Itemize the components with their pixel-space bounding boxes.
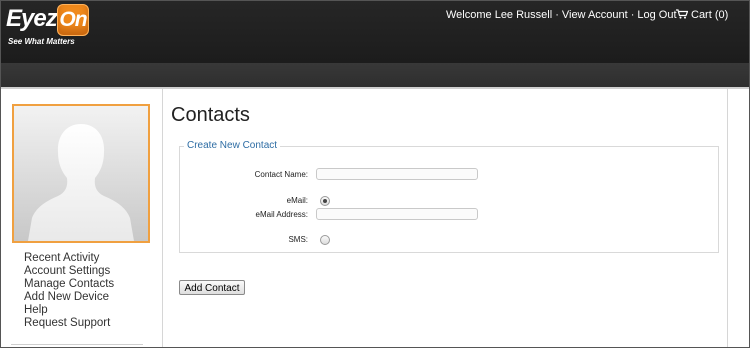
- header-bar: Eyez On See What Matters Welcome Lee Rus…: [1, 1, 749, 63]
- sidebar-item-recent-activity[interactable]: Recent Activity: [24, 252, 114, 265]
- email-radio[interactable]: [320, 196, 330, 206]
- page-frame: Eyez On See What Matters Welcome Lee Rus…: [0, 0, 750, 348]
- cart-icon: [676, 9, 688, 19]
- sidebar-item-request-support[interactable]: Request Support: [24, 317, 114, 330]
- account-nav: Welcome Lee Russell · View Account · Log Out: [446, 9, 677, 21]
- email-label: eMail:: [286, 196, 308, 205]
- sidebar-item-manage-contacts[interactable]: Manage Contacts: [24, 278, 114, 291]
- profile-avatar: [12, 104, 150, 243]
- contact-name-label: Contact Name:: [254, 170, 308, 179]
- email-address-input[interactable]: [316, 208, 478, 220]
- logo-tagline: See What Matters: [8, 37, 75, 46]
- nav-separator: ·: [555, 9, 559, 21]
- content-border: [727, 89, 728, 347]
- create-contact-legend: Create New Contact: [184, 140, 281, 151]
- sidebar-item-add-new-device[interactable]: Add New Device: [24, 291, 114, 304]
- contact-name-input[interactable]: [316, 168, 478, 180]
- nav-separator: ·: [630, 9, 635, 21]
- sidebar-border: [162, 89, 163, 347]
- sms-label: SMS:: [288, 235, 308, 244]
- logo-text: Eyez: [6, 5, 58, 32]
- cart-link[interactable]: Cart (0): [676, 9, 728, 21]
- sidebar-item-account-settings[interactable]: Account Settings: [24, 265, 114, 278]
- sms-radio[interactable]: [320, 235, 330, 245]
- page-title: Contacts: [171, 104, 250, 126]
- log-out-link[interactable]: Log Out: [637, 9, 676, 21]
- sidebar-divider: [11, 344, 143, 345]
- email-address-label: eMail Address:: [255, 210, 308, 219]
- sub-navigation-bar: [1, 63, 749, 89]
- logo-badge: On: [57, 4, 89, 36]
- welcome-text: Welcome Lee Russell: [446, 9, 553, 21]
- view-account-link[interactable]: View Account: [562, 9, 628, 21]
- add-contact-button[interactable]: Add Contact: [179, 280, 245, 295]
- person-silhouette-icon: [28, 124, 134, 241]
- sidebar-item-help[interactable]: Help: [24, 304, 114, 317]
- sidebar-menu: Recent Activity Account Settings Manage …: [24, 252, 114, 330]
- sidebar: Recent Activity Account Settings Manage …: [1, 89, 161, 347]
- cart-label: Cart (0): [691, 9, 729, 21]
